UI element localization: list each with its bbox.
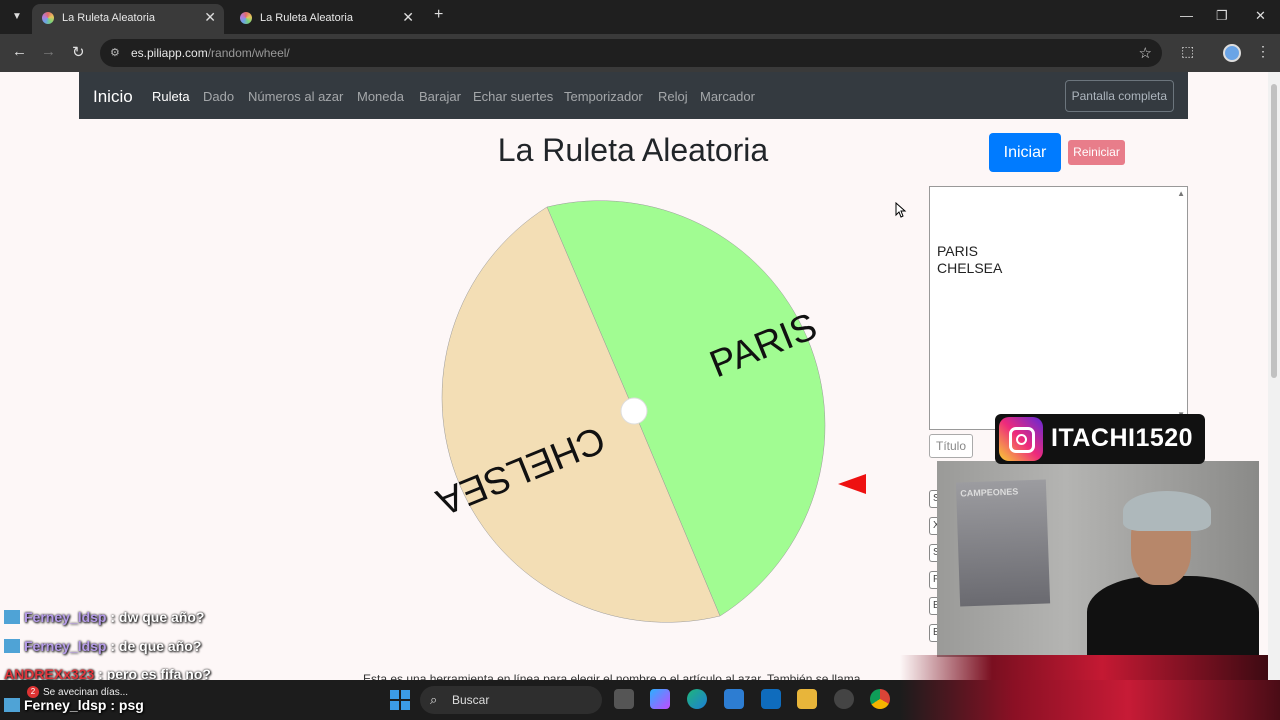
nav-link-ruleta[interactable]: Ruleta xyxy=(152,89,190,104)
page-scrollbar[interactable] xyxy=(1268,72,1280,680)
fullscreen-button[interactable]: Pantalla completa xyxy=(1064,80,1174,112)
tab-title: La Ruleta Aleatoria xyxy=(62,12,155,24)
textarea-scroll-up-icon[interactable]: ▲ xyxy=(1177,189,1185,198)
tab-list-dropdown[interactable]: ▼ xyxy=(8,8,26,26)
start-button[interactable]: Iniciar xyxy=(989,133,1061,172)
webcam-overlay: CAMPEONES xyxy=(937,461,1259,657)
nav-link-barajar[interactable]: Barajar xyxy=(419,89,461,104)
page-title: La Ruleta Aleatoria xyxy=(497,132,769,168)
streamer-cap xyxy=(1123,491,1211,531)
chat-platform-icon xyxy=(4,698,20,712)
browser-tab-2[interactable]: La Ruleta Aleatoria ✕ xyxy=(230,4,422,34)
navbar-brand[interactable]: Inicio xyxy=(93,87,133,107)
taskbar-search[interactable]: ⌕ Buscar xyxy=(420,686,602,714)
instagram-badge: ITACHI1520 xyxy=(995,414,1205,464)
extensions-icon[interactable]: ⬚ xyxy=(1181,43,1194,60)
wheel-hub xyxy=(620,397,648,425)
edge-icon[interactable] xyxy=(687,689,707,709)
search-label: Buscar xyxy=(452,693,490,707)
streamer-body xyxy=(1087,576,1259,657)
chrome-icon[interactable] xyxy=(870,689,890,709)
mouse-cursor-icon xyxy=(895,202,907,218)
minimize-icon[interactable]: — xyxy=(1180,8,1193,23)
forward-icon[interactable]: → xyxy=(41,43,56,60)
bookmark-star-icon[interactable]: ☆ xyxy=(1139,44,1152,62)
obs-icon[interactable] xyxy=(834,689,854,709)
wall-poster: CAMPEONES xyxy=(955,479,1051,607)
instagram-icon xyxy=(999,417,1043,461)
close-tab-icon[interactable]: ✕ xyxy=(402,9,414,26)
browser-toolbar: ← → ↻ ⚙ es.piliapp.com/random/wheel/ ☆ ⬚… xyxy=(0,34,1280,72)
address-bar[interactable]: ⚙ es.piliapp.com/random/wheel/ ☆ xyxy=(100,39,1162,67)
site-info-icon[interactable]: ⚙ xyxy=(110,46,124,60)
nav-link-echar-suertes[interactable]: Echar suertes xyxy=(473,89,553,104)
windows-start-icon[interactable] xyxy=(390,690,410,710)
chat-message: Ferney_ldsp : de que año? xyxy=(4,638,201,654)
url-text: es.piliapp.com/random/wheel/ xyxy=(131,46,290,60)
site-favicon-icon xyxy=(42,12,54,24)
wheel[interactable]: PARIS CHELSEA xyxy=(400,177,870,647)
menu-kebab-icon[interactable]: ⋮ xyxy=(1256,43,1270,60)
entry-line: CHELSEA xyxy=(937,260,1003,276)
chat-platform-icon xyxy=(4,610,20,624)
title-input[interactable]: Título xyxy=(929,434,973,458)
description-text: Esta es una herramienta en línea para el… xyxy=(363,672,861,680)
new-tab-icon[interactable]: + xyxy=(434,6,443,24)
nav-link-marcador[interactable]: Marcador xyxy=(700,89,755,104)
task-view-icon[interactable] xyxy=(614,689,634,709)
nav-link-temporizador[interactable]: Temporizador xyxy=(564,89,643,104)
windows-taskbar: 2 Se avecinan días... Ferney_ldsp : psg … xyxy=(0,680,1280,720)
copilot-icon[interactable] xyxy=(650,689,670,709)
file-explorer-icon[interactable] xyxy=(797,689,817,709)
wheel-pointer-icon xyxy=(838,474,866,494)
close-tab-icon[interactable]: ✕ xyxy=(204,9,216,26)
nav-link-reloj[interactable]: Reloj xyxy=(658,89,688,104)
browser-tab-1[interactable]: La Ruleta Aleatoria ✕ xyxy=(32,4,224,34)
store-icon[interactable] xyxy=(724,689,744,709)
nav-link-numeros[interactable]: Números al azar xyxy=(248,89,343,104)
reload-icon[interactable]: ↻ xyxy=(72,43,85,61)
entries-textarea[interactable]: ▲ PARIS CHELSEA ▼ xyxy=(929,186,1188,430)
chat-platform-icon xyxy=(4,639,20,653)
back-icon[interactable]: ← xyxy=(12,43,27,60)
restore-icon[interactable]: ❐ xyxy=(1216,8,1228,24)
chat-message: Ferney_ldsp : dw que año? xyxy=(4,609,204,625)
scrollbar-thumb[interactable] xyxy=(1271,84,1277,378)
poster-text: CAMPEONES xyxy=(960,486,1019,499)
chat-message: Ferney_ldsp : psg xyxy=(4,697,144,713)
profile-avatar[interactable] xyxy=(1223,44,1241,62)
close-window-icon[interactable]: ✕ xyxy=(1255,8,1266,24)
browser-tabstrip: ▼ La Ruleta Aleatoria ✕ La Ruleta Aleato… xyxy=(0,0,1280,34)
outlook-icon[interactable] xyxy=(761,689,781,709)
tab-title: La Ruleta Aleatoria xyxy=(260,12,353,24)
instagram-handle: ITACHI1520 xyxy=(1051,424,1194,452)
search-icon: ⌕ xyxy=(430,692,438,707)
nav-link-moneda[interactable]: Moneda xyxy=(357,89,404,104)
entry-line: PARIS xyxy=(937,243,978,259)
stream-decoration xyxy=(900,680,1280,720)
nav-link-dado[interactable]: Dado xyxy=(203,89,234,104)
reset-button[interactable]: Reiniciar xyxy=(1068,140,1125,165)
site-navbar: Inicio Ruleta Dado Números al azar Moned… xyxy=(79,72,1188,119)
stream-decoration xyxy=(900,655,1268,680)
site-favicon-icon xyxy=(240,12,252,24)
